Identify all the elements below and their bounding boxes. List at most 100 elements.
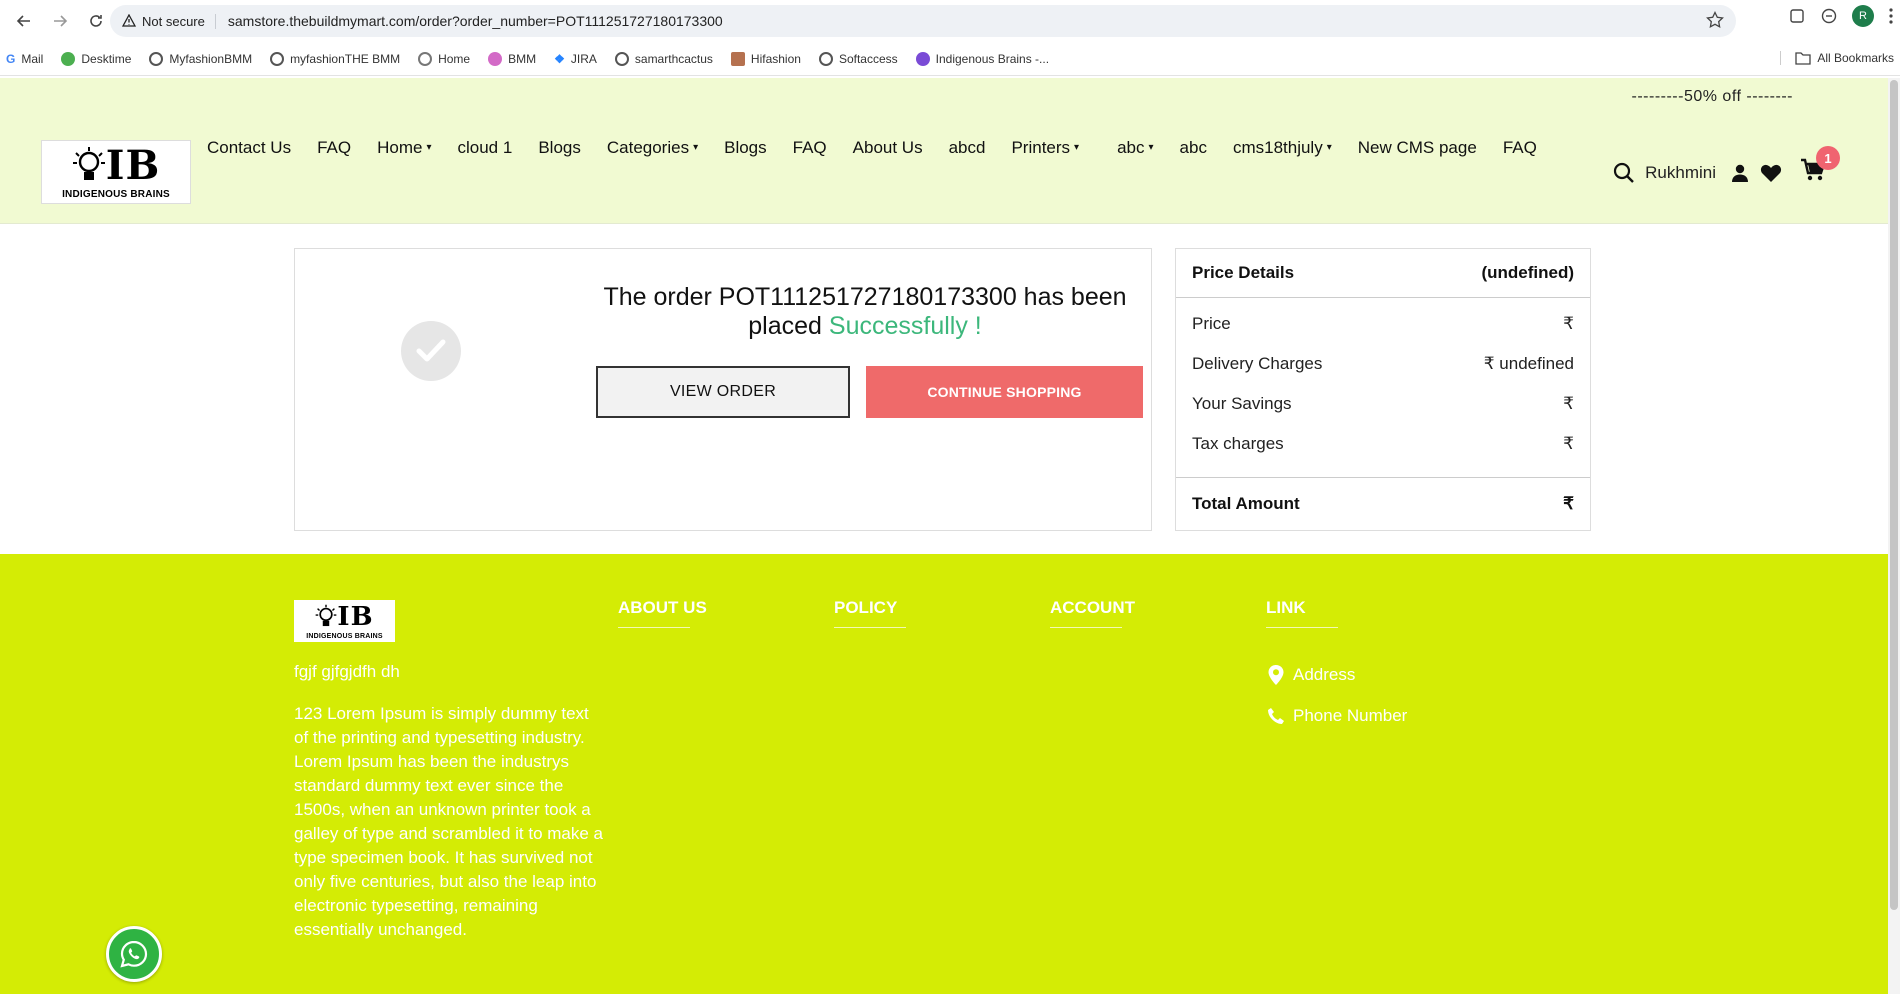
cart-button[interactable]: 1 (1800, 146, 1840, 187)
phone-icon (1268, 708, 1284, 724)
search-icon[interactable] (1613, 162, 1635, 184)
order-success-message: The order POT111251727180173300 has been… (595, 283, 1135, 341)
map-pin-icon (1268, 665, 1284, 685)
bookmark-bmm[interactable]: BMM (488, 51, 536, 66)
menu-item-categories[interactable]: Categories ▾ (607, 134, 698, 162)
hifashion-icon (730, 51, 745, 66)
site-logo[interactable]: IB INDIGENOUS BRAINS (41, 140, 191, 204)
menu-item-cloud-1[interactable]: cloud 1 (458, 134, 513, 162)
url-text[interactable]: samstore.thebuildmymart.com/order?order_… (228, 13, 723, 29)
price-details-card: Price Details (undefined) Price ₹ Delive… (1175, 248, 1591, 531)
footer-heading-link[interactable]: LINK (1266, 598, 1338, 628)
page-scrollbar[interactable] (1888, 78, 1900, 994)
globe-icon (149, 51, 164, 66)
lightbulb-icon (316, 604, 337, 626)
sync-icon[interactable] (1820, 7, 1838, 25)
caret-down-icon: ▾ (1148, 142, 1154, 153)
profile-avatar[interactable]: R (1852, 5, 1874, 27)
menu-item-new-cms-page[interactable]: New CMS page (1358, 134, 1477, 162)
back-icon[interactable] (6, 3, 42, 39)
footer-about-text: 123 Lorem Ipsum is simply dummy text of … (294, 704, 603, 939)
footer-heading-account[interactable]: ACCOUNT (1050, 598, 1135, 628)
price-details-title: Price Details (1192, 263, 1295, 282)
security-indicator[interactable]: Not secure (122, 13, 216, 29)
bookmark-jira[interactable]: ❖ JIRA (554, 52, 597, 66)
caret-down-icon: ▾ (426, 142, 432, 153)
google-icon: G (6, 51, 16, 66)
header-tools: Rukhmini 1 (1613, 146, 1840, 187)
menu-item-printers[interactable]: Printers ▾ (1011, 134, 1079, 162)
bookmark-samarthcactus[interactable]: samarthcactus (614, 51, 713, 66)
menu-item-faq-2[interactable]: FAQ (793, 134, 827, 162)
bookmark-star-icon[interactable] (1706, 11, 1724, 29)
menu-item-blogs[interactable]: Blogs (538, 134, 581, 162)
view-order-button[interactable]: VIEW ORDER (596, 366, 850, 418)
footer-heading-about-us[interactable]: ABOUT US (618, 598, 707, 628)
user-name[interactable]: Rukhmini (1645, 163, 1716, 183)
folder-icon (1795, 52, 1811, 65)
menu-item-abcd[interactable]: abcd (949, 134, 986, 162)
bookmark-mail[interactable]: G Mail (6, 52, 43, 66)
footer-heading-policy[interactable]: POLICY (834, 598, 907, 628)
bookmark-indigenous-brains[interactable]: Indigenous Brains -... (915, 51, 1049, 66)
browser-actions: R (1788, 5, 1894, 27)
desktime-icon (61, 51, 76, 66)
total-amount-row: Total Amount ₹ (1192, 494, 1574, 513)
delivery-charges-row: Delivery Charges ₹ undefined (1192, 354, 1574, 373)
page-viewport: ---------50% off -------- IB INDIGENOUS … (0, 78, 1900, 994)
caret-down-icon: ▾ (1074, 142, 1080, 153)
savings-row: Your Savings ₹ (1192, 394, 1574, 413)
all-bookmarks[interactable]: All Bookmarks (1780, 51, 1894, 65)
bmm-icon (488, 51, 503, 66)
footer-phone-link[interactable]: Phone Number (1267, 706, 1407, 726)
menu-item-cms18thjuly[interactable]: cms18thjuly ▾ (1233, 134, 1332, 162)
menu-item-home[interactable]: Home ▾ (377, 134, 431, 162)
footer-address-link[interactable]: Address (1267, 664, 1355, 686)
warning-icon (122, 14, 136, 27)
price-details-count: (undefined) (1481, 263, 1574, 282)
bookmarks-bar: G Mail Desktime MyfashionBMM myfashionTHE… (0, 42, 1900, 76)
cart-count-badge: 1 (1816, 146, 1840, 170)
bookmark-myfashionbmm[interactable]: MyfashionBMM (149, 51, 252, 66)
bookmark-softaccess[interactable]: Softaccess (818, 51, 898, 66)
menu-item-abc-2[interactable]: abc (1180, 134, 1207, 162)
bookmark-home[interactable]: Home (418, 51, 470, 66)
bookmark-myfashionthe-bmm[interactable]: myfashionTHE BMM (270, 51, 400, 66)
user-icon[interactable] (1730, 163, 1750, 183)
forward-icon[interactable] (42, 3, 78, 39)
bookmark-desktime[interactable]: Desktime (61, 51, 131, 66)
menu-item-faq[interactable]: FAQ (317, 134, 351, 162)
menu-item-faq-3[interactable]: FAQ (1503, 134, 1537, 162)
success-text: Successfully ! (828, 312, 982, 340)
browser-toolbar: Not secure samstore.thebuildmymart.com/o… (0, 0, 1900, 42)
price-row: Price ₹ (1192, 314, 1574, 333)
logo-text: IB (337, 601, 374, 632)
menu-item-about-us[interactable]: About Us (853, 134, 923, 162)
address-bar[interactable]: Not secure samstore.thebuildmymart.com/o… (110, 5, 1736, 37)
continue-shopping-button[interactable]: CONTINUE SHOPPING (866, 366, 1143, 418)
site-footer: IB INDIGENOUS BRAINS fgjf gjfgjdfh dh 12… (0, 554, 1888, 994)
reload-icon[interactable] (78, 3, 114, 39)
lightbulb-icon (72, 146, 105, 180)
bookmark-hifashion[interactable]: Hifashion (730, 51, 801, 66)
whatsapp-icon (120, 940, 148, 968)
indigenous-brains-icon (915, 51, 930, 66)
whatsapp-chat-button[interactable] (106, 926, 162, 982)
menu-item-contact-us[interactable]: Contact Us (207, 134, 291, 162)
menu-item-blogs-2[interactable]: Blogs (724, 134, 767, 162)
footer-tagline: fgjf gjfgjdfh dh (294, 662, 400, 681)
logo-text: IB (105, 141, 161, 189)
footer-logo[interactable]: IB INDIGENOUS BRAINS (294, 600, 395, 642)
menu-item-abc[interactable]: abc ▾ (1117, 134, 1153, 162)
main-menu: Contact Us FAQ Home ▾ cloud 1 Blogs Categ… (207, 134, 1587, 162)
heart-icon[interactable] (1760, 163, 1782, 183)
more-menu-icon[interactable] (1888, 7, 1894, 25)
price-rows: Price ₹ Delivery Charges ₹ undefined You… (1176, 298, 1590, 478)
extensions-icon[interactable] (1788, 7, 1806, 25)
order-confirmation-card: The order POT111251727180173300 has been… (294, 248, 1152, 531)
price-details-header: Price Details (undefined) (1176, 249, 1590, 298)
globe-icon (270, 51, 285, 66)
promo-banner: ---------50% off -------- (1631, 88, 1793, 105)
caret-down-icon: ▾ (693, 142, 699, 153)
scrollbar-thumb[interactable] (1890, 80, 1898, 910)
